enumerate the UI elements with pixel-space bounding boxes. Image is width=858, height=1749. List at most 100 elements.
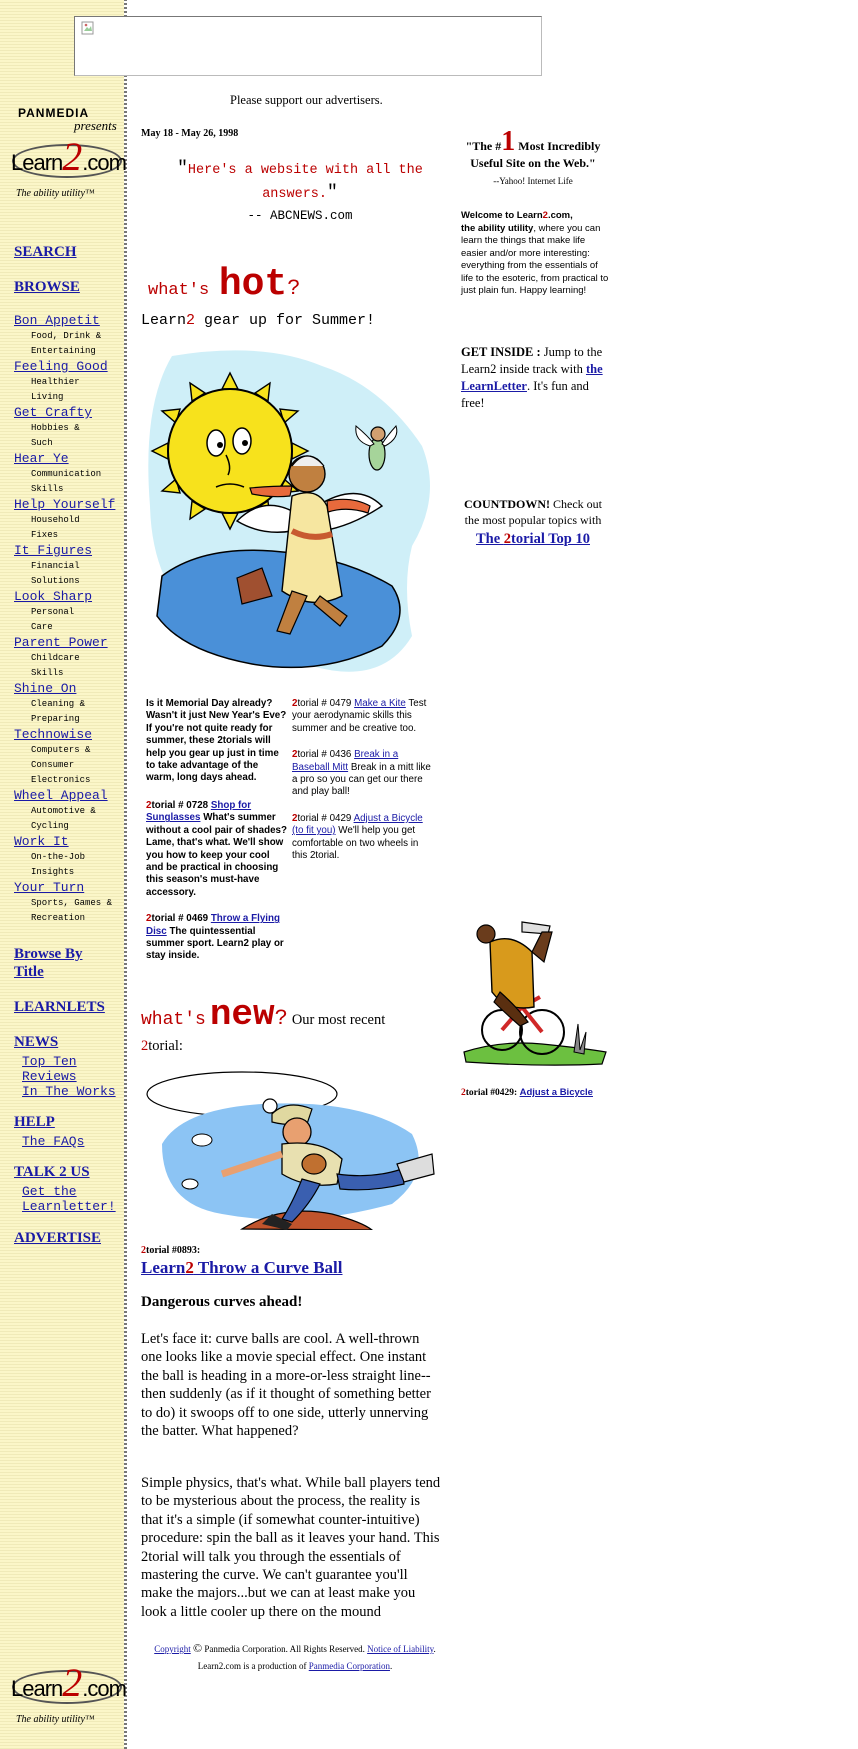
logo-wordmark: Learn2.com [11, 134, 127, 179]
logo-tagline: The ability utility™ [16, 188, 95, 199]
sidebar-item-work-it[interactable]: Work It [14, 834, 124, 850]
yahoo-praise: "The #1 Most Incredibly Useful Site on t… [465, 126, 601, 187]
tutorial-number: torial # 0429 [297, 812, 352, 824]
nav-talk-2-us[interactable]: TALK 2 US [14, 1164, 90, 1181]
tutorial-link[interactable]: Make a Kite [354, 698, 406, 709]
nav-browse-by-title[interactable]: Browse By Title [14, 945, 82, 981]
sidebar-item-description: Consumer [31, 760, 75, 770]
sidebar-item-feeling-good[interactable]: Feeling Good [14, 359, 124, 375]
top-10-link[interactable]: The 2torial Top 10 [476, 531, 590, 547]
tutorial-list-left: 2torial # 0728 Shop for Sunglasses What'… [146, 800, 289, 977]
mitt [301, 1153, 327, 1175]
sidebar-item-help-yourself[interactable]: Help Yourself [14, 497, 124, 513]
nav-get-the[interactable]: Get the [22, 1184, 116, 1199]
sidebar-category: Help Yourself Household Fixes [14, 497, 124, 543]
sidebar-item-description: Care [31, 622, 53, 632]
featured-subtitle: Dangerous curves ahead! [141, 1294, 303, 1310]
sidebar-category: Parent Power Childcare Skills [14, 635, 124, 681]
sidebar-item-description: Household [31, 515, 80, 525]
sidebar-item-description: Entertaining [31, 346, 96, 356]
sidebar-item-description: Recreation [31, 913, 86, 923]
nav-browse[interactable]: BROWSE [14, 279, 80, 296]
copyright-link[interactable]: Copyright [154, 1644, 191, 1654]
whats-new-heading: what's new? Our most recent 2torial: [141, 994, 386, 1055]
tutorial-number: torial # 0436 [297, 749, 352, 761]
sidebar-item-hear-ye[interactable]: Hear Ye [14, 451, 124, 467]
sidebar-item-shine-on[interactable]: Shine On [14, 681, 124, 697]
plant [573, 1023, 587, 1055]
sidebar-item-your-turn[interactable]: Your Turn [14, 880, 124, 896]
sidebar-item-description: Automotive & [31, 806, 96, 816]
sidebar-item-description: Financial [31, 561, 80, 571]
sidebar-category: Bon Appetit Food, Drink & Entertaining [14, 313, 124, 359]
featured-tutorial-title-link[interactable]: Learn2 Throw a Curve Ball [141, 1258, 343, 1278]
nav-top-ten[interactable]: Top Ten [22, 1054, 116, 1069]
broken-image-icon [81, 21, 94, 35]
sun-angel-illustration [148, 350, 430, 672]
sidebar-item-description: Food, Drink & [31, 331, 102, 341]
nav-learnletter[interactable]: Learnletter! [22, 1199, 116, 1214]
intro-text: Is it Memorial Day already? Wasn't it ju… [146, 698, 287, 784]
nav-reviews[interactable]: Reviews [22, 1069, 116, 1084]
nav-learnlets[interactable]: LEARNLETS [14, 999, 105, 1016]
baseball [262, 1098, 278, 1114]
tutorial-number: torial # 0479 [297, 698, 352, 709]
countdown-text: COUNTDOWN! Check out the most popular to… [464, 497, 602, 547]
abc-quote: "Here's a website with all the answers."… [177, 159, 423, 223]
learn2-logo-bottom[interactable]: Learn2.com The ability utility™ [11, 1656, 127, 1736]
adjust-bicycle-link[interactable]: Adjust a Bicycle [520, 1087, 593, 1098]
sidebar-item-description: Electronics [31, 775, 91, 785]
nav-help[interactable]: HELP [14, 1114, 55, 1131]
sidebar-item-it-figures[interactable]: It Figures [14, 543, 124, 559]
featured-tutorial-number: 2torial #0893: [141, 1245, 201, 1256]
talk-submenu: Get the Learnletter! [22, 1184, 116, 1214]
bicycle-rider-illustration [463, 921, 607, 1066]
welcome-text: Welcome to Learn2.com, the ability utili… [461, 210, 609, 296]
hot-title: Learn2 gear up for Summer! [141, 312, 376, 329]
footer: Copyright © Panmedia Corporation. All Ri… [154, 1641, 436, 1671]
banner-ad[interactable] [74, 16, 542, 76]
nav-search[interactable]: SEARCH [14, 244, 77, 261]
sidebar-item-description: Insights [31, 867, 75, 877]
sidebar-category: Your Turn Sports, Games & Recreation [14, 880, 124, 926]
sidebar-item-technowise[interactable]: Technowise [14, 727, 124, 743]
tutorial-number: torial # 0728 [151, 800, 209, 811]
tutorial-item: 2torial # 0429 Adjust a Bicycle (to fit … [292, 813, 435, 863]
sidebar-item-bon-appetit[interactable]: Bon Appetit [14, 313, 124, 329]
presents-text: presents [74, 118, 117, 133]
bike-tutorial: 2torial #0429: Adjust a Bicycle [461, 1087, 593, 1098]
sidebar-category: Hear Ye Communication Skills [14, 451, 124, 497]
sidebar-divider [124, 0, 127, 1749]
tutorial-item: 2torial # 0728 Shop for Sunglasses What'… [146, 800, 289, 899]
panmedia-corporation-link[interactable]: Panmedia Corporation [309, 1661, 390, 1671]
sidebar-item-description: Fixes [31, 530, 59, 540]
nav-news[interactable]: NEWS [14, 1034, 58, 1051]
nav-faqs[interactable]: The FAQs [22, 1134, 84, 1149]
logo-wordmark: Learn2.com [11, 1660, 127, 1705]
sidebar-category: Wheel Appeal Automotive & Cycling [14, 788, 124, 834]
tutorial-number: torial # 0469 [151, 913, 209, 925]
notice-of-liability-link[interactable]: Notice of Liability [367, 1644, 433, 1654]
sidebar-item-description: Communication [31, 469, 102, 479]
sidebar-item-description: Living [31, 392, 64, 402]
sidebar-item-description: Sports, Games & [31, 898, 113, 908]
sidebar-item-look-sharp[interactable]: Look Sharp [14, 589, 124, 605]
sidebar-item-description: Computers & [31, 745, 91, 755]
sidebar-item-parent-power[interactable]: Parent Power [14, 635, 124, 651]
sidebar-category: Look Sharp Personal Care [14, 589, 124, 635]
sidebar-category: Shine On Cleaning & Preparing [14, 681, 124, 727]
category-list: Bon Appetit Food, Drink & Entertaining Feel… [14, 313, 124, 926]
nav-in-the-works[interactable]: In The Works [22, 1084, 116, 1099]
tutorial-item: 2torial # 0436 Break in a Baseball Mitt … [292, 749, 435, 799]
nav-advertise[interactable]: ADVERTISE [14, 1230, 101, 1247]
sidebar-item-description: Solutions [31, 576, 80, 586]
sidebar-item-description: Skills [31, 668, 64, 678]
learn2-logo[interactable]: PANMEDIA presents Learn2.com The ability… [11, 106, 127, 206]
sidebar-item-wheel-appeal[interactable]: Wheel Appeal [14, 788, 124, 804]
get-inside-text: GET INSIDE : Jump to the Learn2 inside t… [461, 345, 603, 410]
sidebar-item-description: Cleaning & [31, 699, 86, 709]
sidebar-item-description: Skills [31, 484, 64, 494]
curve-ball-pitcher-illustration [146, 1071, 435, 1230]
sidebar-item-get-crafty[interactable]: Get Crafty [14, 405, 124, 421]
tutorial-description: The quintessential summer sport. Learn2 … [146, 925, 284, 962]
